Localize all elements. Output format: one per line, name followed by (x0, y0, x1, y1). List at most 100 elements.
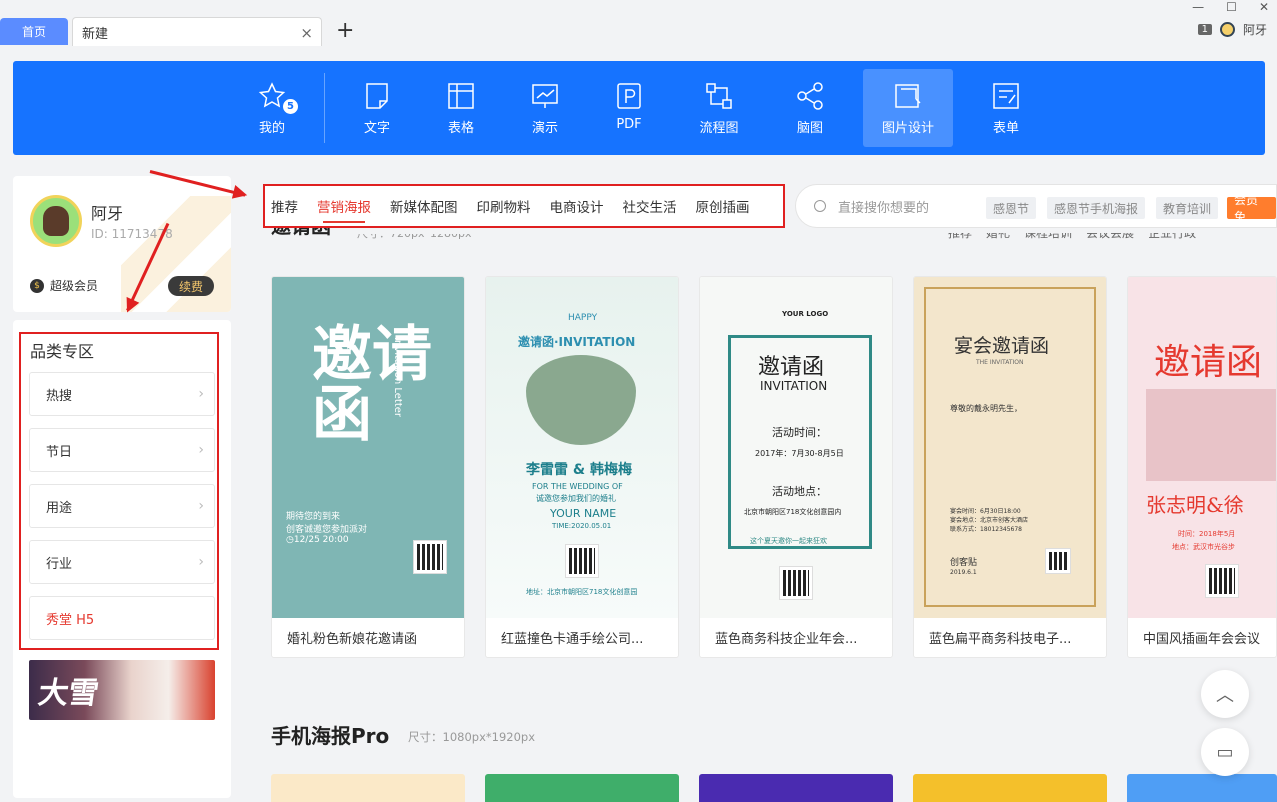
category-label: 秀堂 H5 (46, 612, 95, 628)
window-controls: — ☐ ✕ (1192, 0, 1269, 14)
template-card[interactable]: HAPPY 邀请函·INVITATION 李雷雷 & 韩梅梅 FOR THE W… (485, 276, 679, 658)
cat-tab[interactable]: 社交生活 (623, 196, 677, 216)
nav-label: 流程图 (699, 121, 739, 136)
template-thumbnail: 邀请函 张志明&徐 时间：2018年5月 地点：武汉市光谷步 (1128, 277, 1276, 618)
tab-new[interactable]: 新建 × (72, 17, 322, 46)
window-count-badge[interactable]: 1 (1197, 24, 1212, 35)
scroll-top-button[interactable]: ︿ (1201, 670, 1249, 718)
image-design-icon (895, 84, 921, 108)
filter-item[interactable]: 推荐 (948, 233, 972, 245)
category-label: 行业 (46, 556, 73, 572)
template-caption: 红蓝撞色卡通手绘公司... (501, 632, 644, 647)
thumb-line: 2017年：7月30-8月5日 (755, 449, 844, 458)
photo-block (1146, 389, 1276, 481)
thumb-subtitle: Invitation Letter (392, 337, 403, 418)
thumb-line: 2019.6.1 (950, 569, 977, 576)
nav-label: 演示 (531, 121, 558, 136)
template-card-preview[interactable] (913, 774, 1107, 802)
tab-close-icon[interactable]: × (300, 24, 313, 42)
thumb-title: 宴会邀请函 (954, 335, 1050, 357)
left-panel: 阿牙 ID: 11713478 $ 超级会员 续费 品类专区 热搜 › 节日 › 用… (13, 176, 231, 798)
template-thumbnail: 宴会邀请函 THE INVITATION 尊敬的戴永明先生， 宴会时间：6月30… (914, 277, 1106, 618)
member-chip[interactable]: 会员免 (1227, 193, 1276, 224)
promo-banner[interactable]: 大雪 (29, 660, 215, 720)
nav-form[interactable]: 表单 (961, 69, 1051, 147)
nav-table[interactable]: 表格 (416, 69, 506, 147)
cat-tab[interactable]: 电商设计 (550, 196, 604, 216)
template-card-preview[interactable] (485, 774, 679, 802)
filter-item[interactable]: 婚礼 (986, 233, 1010, 245)
category-label: 热搜 (46, 388, 73, 404)
presentation-icon (532, 84, 558, 108)
template-card-preview[interactable] (1127, 774, 1277, 802)
category-item-festival[interactable]: 节日 › (29, 428, 215, 472)
chat-icon: ▭ (1216, 741, 1234, 763)
template-card[interactable]: 宴会邀请函 THE INVITATION 尊敬的戴永明先生， 宴会时间：6月30… (913, 276, 1107, 658)
nav-flowchart[interactable]: 流程图 (674, 69, 764, 147)
thumb-line: 诚邀您参加我们的婚礼 (536, 494, 616, 503)
thumb-address: 地址：北京市朝阳区718文化创意园 (526, 588, 638, 596)
template-caption: 蓝色扁平商务科技电子... (929, 632, 1072, 647)
qr-code-icon (1205, 564, 1239, 598)
category-title: 品类专区 (30, 342, 95, 361)
minimize-icon[interactable]: — (1192, 0, 1204, 14)
nav-text[interactable]: 文字 (332, 69, 422, 147)
thumb-names: 李雷雷 & 韩梅梅 (526, 462, 632, 478)
profile-card: 阿牙 ID: 11713478 $ 超级会员 续费 (13, 176, 231, 312)
category-item-industry[interactable]: 行业 › (29, 540, 215, 584)
thumb-line: 活动地点： (772, 485, 827, 498)
template-caption: 蓝色商务科技企业年会... (715, 632, 858, 647)
maximize-icon[interactable]: ☐ (1226, 0, 1237, 14)
nav-my[interactable]: 5 我的 (227, 69, 317, 147)
cat-tab[interactable]: 推荐 (271, 196, 298, 216)
search-chip[interactable]: 感恩节手机海报 (1047, 197, 1146, 219)
search-chip[interactable]: 教育培训 (1156, 197, 1219, 219)
tab-home[interactable]: 首页 (0, 18, 68, 45)
feedback-button[interactable]: ▭ (1201, 728, 1249, 776)
mindmap-icon (797, 82, 823, 110)
thumb-line: 活动时间： (772, 426, 827, 439)
close-window-icon[interactable]: ✕ (1259, 0, 1269, 14)
filter-item[interactable]: 课程培训 (1024, 233, 1072, 245)
cat-tab[interactable]: 印刷物料 (477, 196, 531, 216)
thumb-names: 张志明&徐 (1146, 493, 1244, 517)
thumb-line: 创客诚邀您参加派对 (286, 525, 368, 535)
avatar[interactable] (30, 195, 82, 247)
template-card-preview[interactable] (699, 774, 893, 802)
filter-item[interactable]: 企业行政 (1148, 233, 1196, 245)
template-card[interactable]: 邀请函 张志明&徐 时间：2018年5月 地点：武汉市光谷步 中国风插画年会会议 (1127, 276, 1277, 658)
template-card-preview[interactable] (271, 774, 465, 802)
search-chip[interactable]: 感恩节 (986, 197, 1037, 219)
table-icon (448, 83, 474, 109)
thumb-line: 创客贴 (950, 558, 978, 568)
add-tab-button[interactable]: + (336, 18, 354, 43)
template-thumbnail: 邀请函 Invitation Letter 期待您的到来 创客诚邀您参加派对 ◷… (272, 277, 464, 618)
category-item-h5[interactable]: 秀堂 H5 (29, 596, 215, 640)
nav-presentation[interactable]: 演示 (500, 69, 590, 147)
chevron-right-icon: › (198, 386, 204, 402)
renew-button[interactable]: 续费 (168, 276, 214, 296)
qr-code-icon (565, 544, 599, 578)
document-icon (366, 83, 388, 109)
category-item-hot[interactable]: 热搜 › (29, 372, 215, 416)
cat-tab[interactable]: 原创插画 (696, 196, 750, 216)
nav-mindmap[interactable]: 脑图 (765, 69, 855, 147)
search-input[interactable]: 直接搜你想要的 感恩节 感恩节手机海报 教育培训 会员免 (795, 184, 1277, 228)
template-card[interactable]: 邀请函 Invitation Letter 期待您的到来 创客诚邀您参加派对 ◷… (271, 276, 465, 658)
flowchart-icon (706, 83, 732, 109)
thumb-header: HAPPY (568, 313, 598, 323)
filter-item[interactable]: 会议会展 (1086, 233, 1134, 245)
chevron-up-icon: ︿ (1216, 685, 1234, 706)
nav-image-design[interactable]: 图片设计 (863, 69, 953, 147)
category-zone: 品类专区 热搜 › 节日 › 用途 › 行业 › 秀堂 H5 大雪 (13, 320, 231, 798)
template-card[interactable]: YOUR LOGO 邀请函 INVITATION 活动时间： 2017年：7月3… (699, 276, 893, 658)
category-item-usage[interactable]: 用途 › (29, 484, 215, 528)
title-bar: 首页 新建 × + — ☐ ✕ 1 阿牙 (0, 0, 1277, 46)
nav-pdf[interactable]: PDF (584, 69, 674, 147)
user-name[interactable]: 阿牙 (1243, 21, 1267, 38)
cat-tab-active[interactable]: 营销海报 (317, 196, 371, 223)
search-placeholder: 直接搜你想要的 (838, 200, 930, 216)
cat-tab[interactable]: 新媒体配图 (390, 196, 458, 216)
user-avatar-icon[interactable] (1219, 22, 1235, 37)
category-tabs: 推荐 营销海报 新媒体配图 印刷物料 电商设计 社交生活 原创插画 (263, 184, 785, 228)
